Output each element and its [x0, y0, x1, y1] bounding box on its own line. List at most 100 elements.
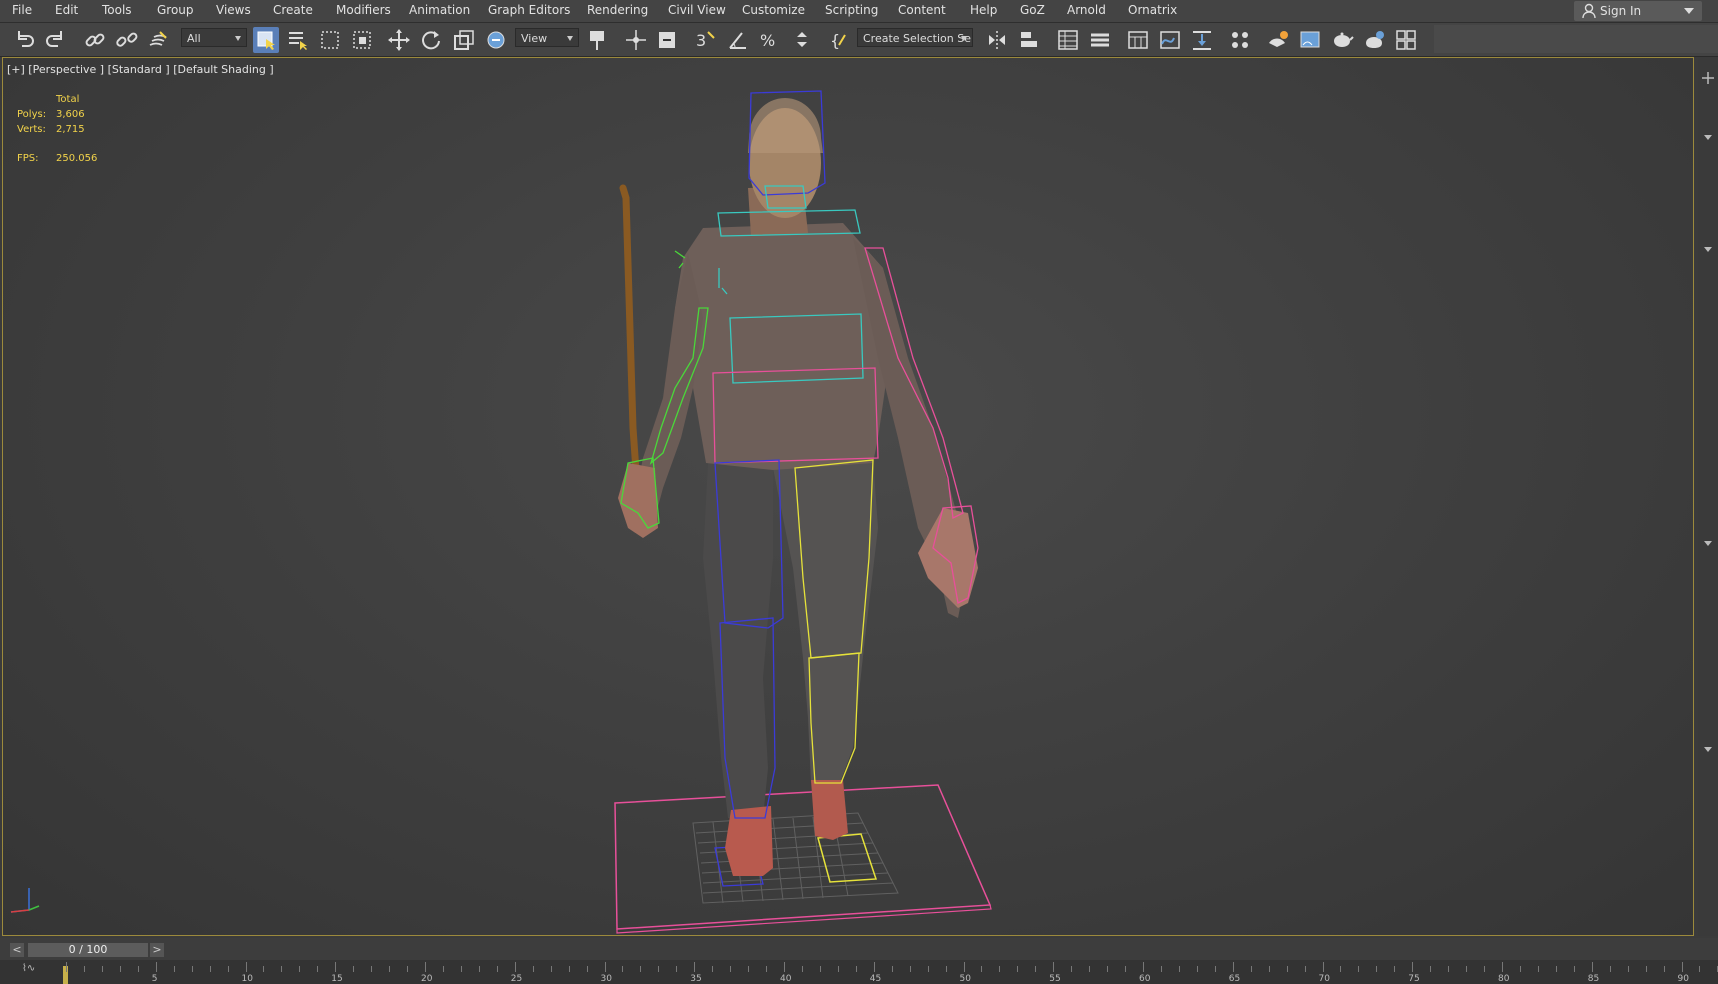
render-in-cloud-button[interactable] [1361, 27, 1387, 53]
menu-edit[interactable]: Edit [55, 3, 78, 17]
undo-button[interactable] [11, 27, 37, 53]
ruler-tick [1107, 966, 1109, 972]
character-model[interactable] [3, 58, 1694, 936]
ruler-tick [1519, 966, 1521, 972]
menu-goz[interactable]: GoZ [1020, 3, 1045, 17]
ruler-tick [532, 966, 534, 972]
ruler-number: 5 [151, 974, 158, 984]
ruler-tick [1125, 966, 1127, 972]
ruler-tick [1466, 966, 1468, 972]
select-by-name-button[interactable] [285, 27, 311, 53]
table-icon [1058, 30, 1078, 50]
render-gallery-button[interactable] [1393, 27, 1419, 53]
right-shoe[interactable] [811, 780, 848, 840]
place-icon [487, 31, 505, 49]
ruler-tick [1502, 962, 1503, 972]
snap-3d-icon: 3 [696, 31, 715, 50]
ruler-tick [891, 966, 893, 972]
ruler-tick [658, 966, 660, 972]
menu-customize[interactable]: Customize [742, 3, 805, 17]
scene-explorer-button[interactable] [1055, 27, 1081, 53]
time-slider[interactable]: 0 / 100 [28, 943, 148, 957]
link-button[interactable] [82, 27, 108, 53]
snaps-toggle-button[interactable]: 3 [693, 27, 719, 53]
perspective-viewport[interactable]: [+] [Perspective ] [Standard ] [Default … [2, 57, 1694, 936]
menu-scripting[interactable]: Scripting [825, 3, 878, 17]
window-crossing-icon [353, 31, 371, 49]
chevron-down-icon[interactable] [1704, 247, 1712, 252]
chevron-down-icon[interactable] [1704, 747, 1712, 752]
keyboard-shortcut-override-button[interactable] [655, 27, 681, 53]
window-crossing-button[interactable] [349, 27, 375, 53]
mirror-button[interactable] [985, 27, 1011, 53]
chevron-down-icon[interactable] [1704, 541, 1712, 546]
time-next-button[interactable]: > [150, 943, 164, 957]
track-bar[interactable]: ⌇∿ [0, 960, 1718, 984]
ruler-tick [1376, 966, 1378, 972]
menu-content[interactable]: Content [898, 3, 946, 17]
menu-tools[interactable]: Tools [102, 3, 132, 17]
select-manipulate-button[interactable] [623, 27, 649, 53]
unlink-button[interactable] [114, 27, 140, 53]
menu-animation[interactable]: Animation [409, 3, 470, 17]
menu-file[interactable]: File [12, 3, 32, 17]
edit-named-selection-button[interactable]: { [827, 27, 853, 53]
cloud-render-icon [1366, 31, 1384, 48]
menu-views[interactable]: Views [216, 3, 251, 17]
angle-snap-button[interactable] [725, 27, 751, 53]
menu-arnold[interactable]: Arnold [1067, 3, 1106, 17]
ruler-tick [119, 966, 121, 972]
menu-rendering[interactable]: Rendering [587, 3, 648, 17]
undo-icon [18, 31, 34, 47]
selection-filter-dropdown[interactable]: All [181, 28, 247, 47]
menu-ornatrix[interactable]: Ornatrix [1128, 3, 1177, 17]
ruler-tick [873, 962, 875, 972]
ruler-tick [1484, 966, 1486, 972]
render-production-button[interactable] [1329, 27, 1355, 53]
redo-button[interactable] [43, 27, 69, 53]
right-leg[interactable] [773, 458, 878, 788]
left-leg[interactable] [703, 463, 773, 818]
ruler-tick [568, 966, 570, 972]
material-editor-button[interactable] [1227, 27, 1253, 53]
ruler-tick [371, 966, 373, 972]
select-move-button[interactable] [386, 27, 412, 53]
bind-space-warp-button[interactable] [146, 27, 172, 53]
layer-explorer-button[interactable] [1087, 27, 1113, 53]
select-object-button[interactable] [253, 27, 279, 53]
rotate-icon [422, 31, 440, 50]
pivot-center-button[interactable] [585, 27, 611, 53]
ruler-tick [209, 966, 211, 972]
ruler-tick [1448, 966, 1450, 972]
schematic-view-button[interactable] [1189, 27, 1215, 53]
menu-graph-editors[interactable]: Graph Editors [488, 3, 570, 17]
named-selection-set-dropdown[interactable]: Create Selection Se [857, 28, 973, 47]
sign-in-button[interactable]: Sign In [1574, 1, 1702, 21]
svg-text:3: 3 [696, 31, 706, 50]
chevron-down-icon[interactable] [1704, 135, 1712, 140]
plus-icon[interactable] [1701, 71, 1715, 85]
ruler-tick [1035, 966, 1037, 972]
ruler-number: 45 [869, 974, 882, 984]
select-rotate-button[interactable] [418, 27, 444, 53]
ruler-tick [837, 966, 839, 972]
menu-civil-view[interactable]: Civil View [668, 3, 726, 17]
rendered-frame-window-button[interactable] [1297, 27, 1323, 53]
select-place-button[interactable] [483, 27, 509, 53]
curve-editor-button[interactable] [1157, 27, 1183, 53]
render-setup-button[interactable] [1265, 27, 1291, 53]
percent-snap-button[interactable]: % [757, 27, 783, 53]
curve-toggle-icon[interactable]: ⌇∿ [22, 963, 35, 974]
reference-coordinate-dropdown[interactable]: View [515, 28, 579, 47]
menu-help[interactable]: Help [970, 3, 997, 17]
select-scale-button[interactable] [451, 27, 477, 53]
menu-modifiers[interactable]: Modifiers [336, 3, 391, 17]
toggle-ribbon-button[interactable] [1125, 27, 1151, 53]
spinner-snap-button[interactable] [789, 27, 815, 53]
menu-create[interactable]: Create [273, 3, 313, 17]
ruler-tick [981, 966, 983, 972]
time-prev-button[interactable]: < [10, 943, 24, 957]
rectangular-selection-button[interactable] [317, 27, 343, 53]
menu-group[interactable]: Group [157, 3, 194, 17]
align-button[interactable] [1017, 27, 1043, 53]
